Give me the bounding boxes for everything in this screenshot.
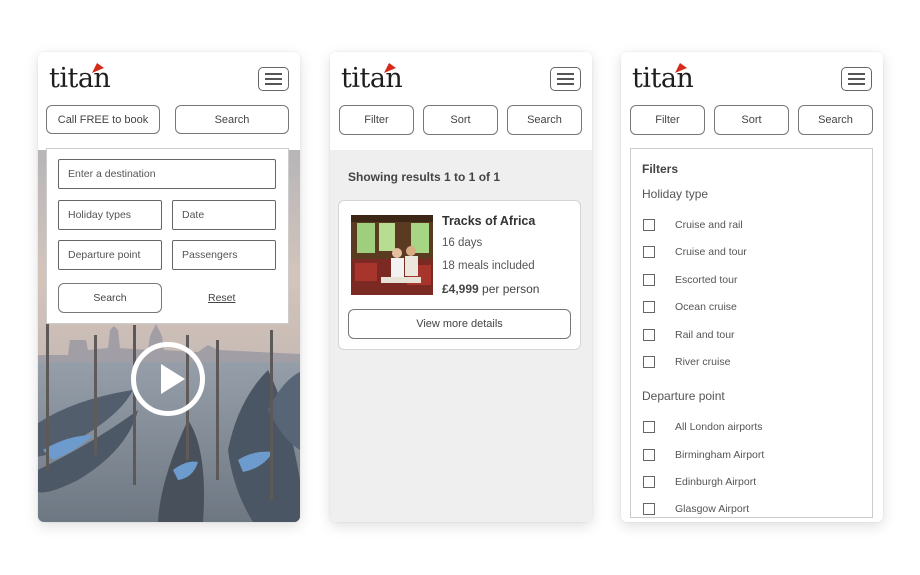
phone-screen-results: titan Filter Sort Search Showing results… xyxy=(330,52,592,522)
filter-option-label: All London airports xyxy=(675,421,763,433)
filter-option-label: Rail and tour xyxy=(675,329,735,341)
filter-option-edinburgh-airport[interactable]: Edinburgh Airport xyxy=(642,475,862,491)
departure-point-heading: Departure point xyxy=(642,389,725,403)
filters-panel: Filters Holiday type Cruise and rail Cru… xyxy=(630,148,873,518)
checkbox[interactable] xyxy=(643,246,655,258)
checkbox[interactable] xyxy=(643,274,655,286)
checkbox[interactable] xyxy=(643,301,655,313)
sort-button[interactable]: Sort xyxy=(714,105,789,135)
checkbox[interactable] xyxy=(643,329,655,341)
checkbox[interactable] xyxy=(643,503,655,515)
hamburger-menu-icon[interactable] xyxy=(841,67,872,91)
hamburger-menu-icon[interactable] xyxy=(550,67,581,91)
filter-option-label: Birmingham Airport xyxy=(675,449,765,461)
logo-flag-icon xyxy=(384,63,396,73)
filter-option-all-london-airports[interactable]: All London airports xyxy=(642,420,862,436)
header: titan xyxy=(38,52,300,104)
filter-option-cruise-and-rail[interactable]: Cruise and rail xyxy=(642,218,862,234)
checkbox[interactable] xyxy=(643,449,655,461)
phone-screen-filters: titan Filter Sort Search Filters Holiday… xyxy=(621,52,883,522)
logo-flag-icon xyxy=(92,63,104,73)
date-select[interactable]: Date xyxy=(172,200,276,230)
search-toggle-button[interactable]: Search xyxy=(175,105,289,134)
filter-option-cruise-and-tour[interactable]: Cruise and tour xyxy=(642,245,862,261)
logo-flag-icon xyxy=(675,63,687,73)
hamburger-menu-icon[interactable] xyxy=(258,67,289,91)
results-summary: Showing results 1 to 1 of 1 xyxy=(348,170,501,184)
holiday-type-heading: Holiday type xyxy=(642,187,709,201)
tour-meals: 18 meals included xyxy=(442,260,535,272)
filter-option-label: Escorted tour xyxy=(675,274,738,286)
tour-price: £4,999 per person xyxy=(442,282,539,296)
checkbox[interactable] xyxy=(643,356,655,368)
checkbox[interactable] xyxy=(643,421,655,433)
filter-option-label: Edinburgh Airport xyxy=(675,476,757,488)
filter-button[interactable]: Filter xyxy=(339,105,414,135)
search-button[interactable]: Search xyxy=(507,105,582,135)
destination-input[interactable]: Enter a destination xyxy=(58,159,276,189)
departure-point-select[interactable]: Departure point xyxy=(58,240,162,270)
checkbox[interactable] xyxy=(643,476,655,488)
header: titan xyxy=(621,52,883,104)
filter-button[interactable]: Filter xyxy=(630,105,705,135)
sort-button[interactable]: Sort xyxy=(423,105,498,135)
view-more-details-button[interactable]: View more details xyxy=(348,309,571,339)
search-form: Enter a destination Holiday types Date D… xyxy=(46,148,289,324)
tour-duration: 16 days xyxy=(442,237,483,249)
filter-option-birmingham-airport[interactable]: Birmingham Airport xyxy=(642,448,862,464)
filter-option-river-cruise[interactable]: River cruise xyxy=(642,355,862,371)
titan-logo[interactable]: titan xyxy=(632,62,702,96)
search-button[interactable]: Search xyxy=(798,105,873,135)
filter-option-label: River cruise xyxy=(675,356,731,368)
filter-option-glasgow-airport[interactable]: Glasgow Airport xyxy=(642,502,862,518)
titan-logo[interactable]: titan xyxy=(341,62,411,96)
filter-option-label: Glasgow Airport xyxy=(675,503,750,515)
titan-logo[interactable]: titan xyxy=(49,62,119,96)
reset-link[interactable]: Reset xyxy=(208,292,235,304)
phone-screen-home: titan Call FREE to book Search Enter a d… xyxy=(38,52,300,522)
price-suffix: per person xyxy=(482,282,540,296)
filter-option-label: Cruise and tour xyxy=(675,246,747,258)
price-amount: £4,999 xyxy=(442,282,479,296)
call-free-button[interactable]: Call FREE to book xyxy=(46,105,160,134)
filter-option-label: Ocean cruise xyxy=(675,301,737,313)
checkbox[interactable] xyxy=(643,219,655,231)
filter-option-ocean-cruise[interactable]: Ocean cruise xyxy=(642,300,862,316)
passengers-select[interactable]: Passengers xyxy=(172,240,276,270)
result-card[interactable]: Tracks of Africa 16 days 18 meals includ… xyxy=(338,200,581,350)
tour-title[interactable]: Tracks of Africa xyxy=(442,214,535,228)
tour-photo-train-interior[interactable] xyxy=(351,215,433,295)
filters-heading: Filters xyxy=(642,162,679,176)
search-submit-button[interactable]: Search xyxy=(58,283,162,313)
filter-option-escorted-tour[interactable]: Escorted tour xyxy=(642,273,862,289)
filter-option-rail-and-tour[interactable]: Rail and tour xyxy=(642,328,862,344)
header: titan xyxy=(330,52,592,104)
play-video-icon[interactable] xyxy=(131,342,205,416)
holiday-types-select[interactable]: Holiday types xyxy=(58,200,162,230)
filter-option-label: Cruise and rail xyxy=(675,219,743,231)
